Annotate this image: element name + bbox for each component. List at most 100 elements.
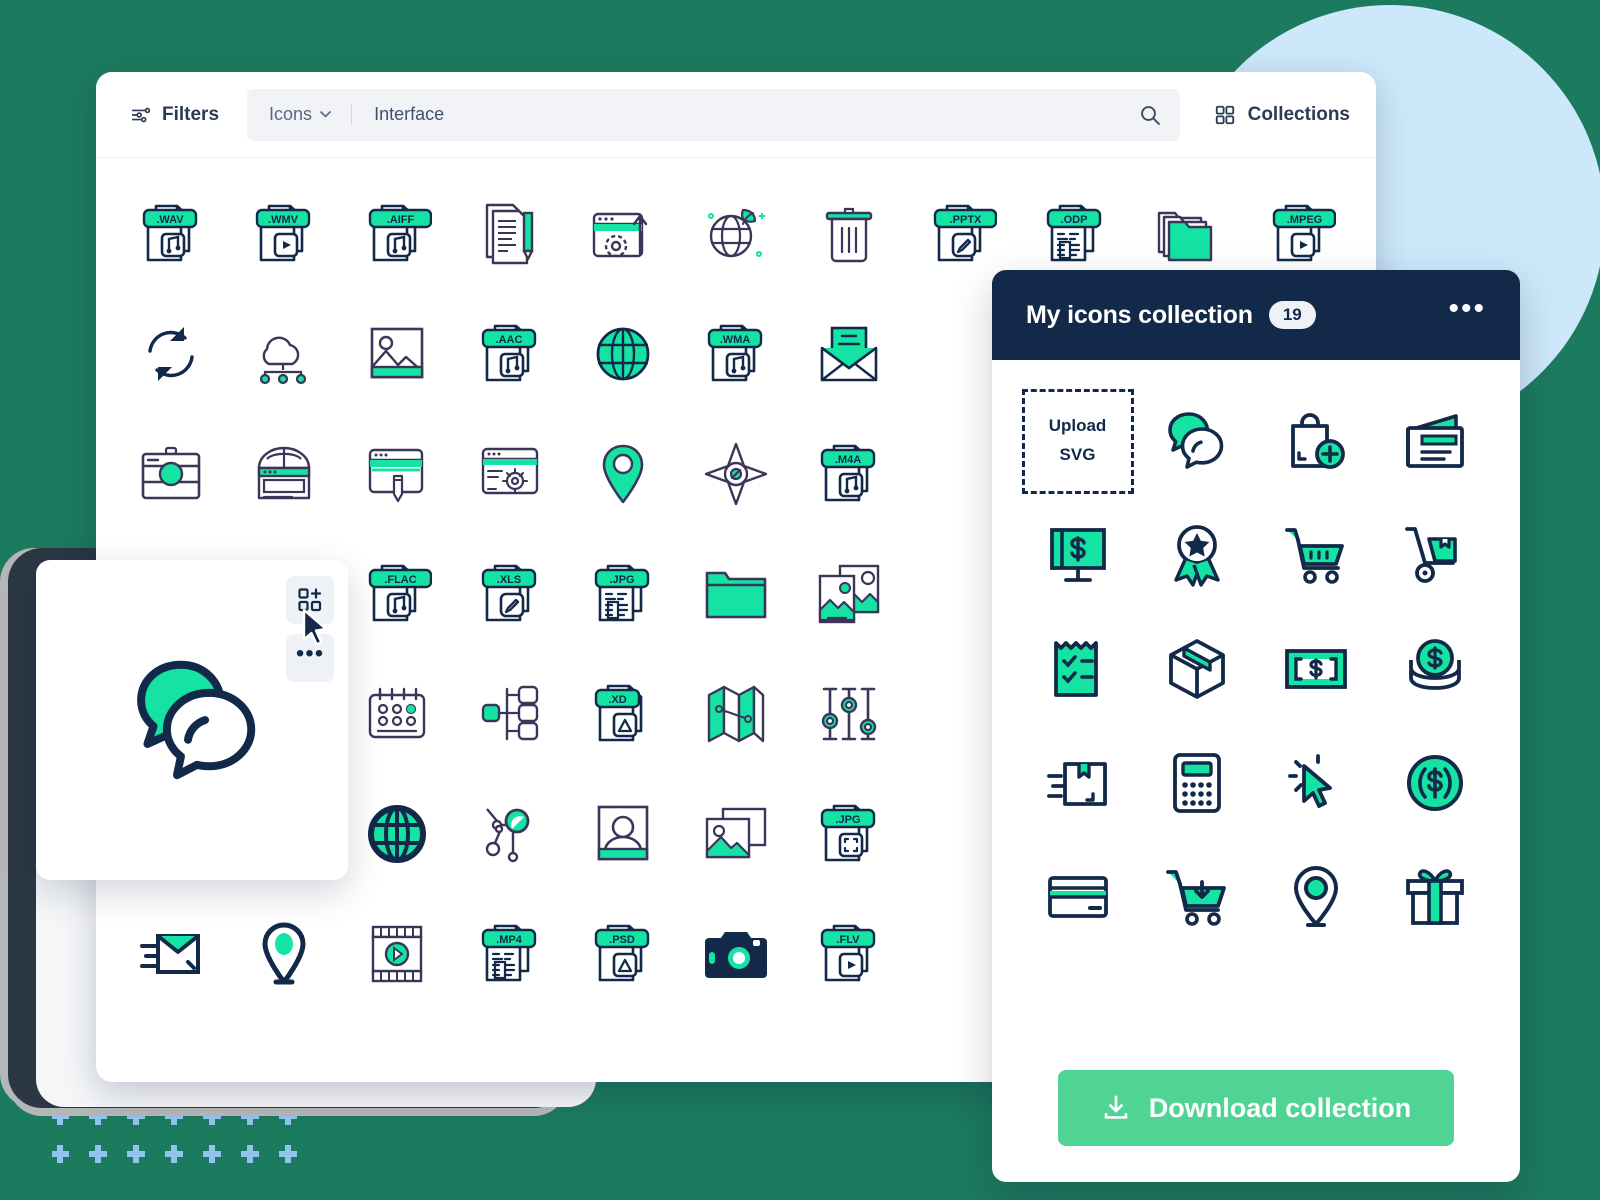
document-pen-icon[interactable] — [453, 174, 566, 294]
browser-edit-icon[interactable] — [340, 414, 453, 534]
svg-text:.XLS: .XLS — [497, 574, 521, 586]
cloud-network-icon[interactable] — [227, 294, 340, 414]
gift-icon[interactable] — [1375, 840, 1494, 954]
svg-text:.JPG: .JPG — [609, 574, 634, 586]
camera-solid-icon[interactable] — [679, 894, 792, 1014]
collection-icons-grid: Upload SVG — [992, 360, 1520, 954]
click-cursor-icon[interactable] — [1256, 726, 1375, 840]
monitor-money-icon[interactable] — [1018, 498, 1137, 612]
search-input[interactable]: Interface — [352, 104, 1138, 125]
banknote-icon[interactable] — [1256, 612, 1375, 726]
sliders-icon — [131, 107, 151, 122]
globe-eco-icon[interactable] — [679, 174, 792, 294]
upload-line-2: SVG — [1059, 445, 1096, 464]
svg-text:.XD: .XD — [608, 694, 626, 706]
svg-text:.WMA: .WMA — [720, 334, 751, 346]
file-m4a-icon[interactable]: .M4A — [793, 414, 906, 534]
dollar-coin-icon[interactable] — [1375, 726, 1494, 840]
download-collection-label: Download collection — [1148, 1092, 1412, 1123]
chat-bubbles-icon[interactable] — [1137, 384, 1256, 498]
collections-button[interactable]: Collections — [1180, 104, 1350, 126]
svg-text:.AIFF: .AIFF — [386, 214, 414, 226]
camera-icon[interactable] — [114, 414, 227, 534]
mail-open-icon[interactable] — [793, 294, 906, 414]
search-bar[interactable]: Icons Interface — [247, 88, 1180, 141]
file-jpg-icon[interactable]: .JPG — [566, 534, 679, 654]
profile-card-icon[interactable] — [566, 774, 679, 894]
search-icon[interactable] — [1138, 103, 1162, 127]
svg-text:.PPTX: .PPTX — [950, 214, 982, 226]
file-wav-icon[interactable]: .WAV — [114, 174, 227, 294]
file-wma-icon[interactable]: .WMA — [679, 294, 792, 414]
mouse-cursor-icon — [302, 608, 328, 646]
download-collection-button[interactable]: Download collection — [1058, 1070, 1454, 1146]
sitemap-icon[interactable] — [453, 654, 566, 774]
newspaper-icon[interactable] — [1375, 384, 1494, 498]
upload-svg-cell[interactable]: Upload SVG — [1018, 384, 1137, 498]
calculator-icon[interactable] — [1137, 726, 1256, 840]
trash-icon[interactable] — [793, 174, 906, 294]
collection-more-button[interactable]: ••• — [1448, 294, 1486, 326]
svg-text:.WAV: .WAV — [156, 214, 184, 226]
folder-open-icon[interactable] — [679, 534, 792, 654]
globe-solid-icon[interactable] — [340, 774, 453, 894]
upload-line-1: Upload — [1048, 416, 1107, 436]
file-mp4-icon[interactable]: .MP4 — [453, 894, 566, 1014]
file-flv-icon[interactable]: .FLV — [793, 894, 906, 1014]
browser-dome-icon[interactable] — [227, 414, 340, 534]
chat-bubbles-icon — [137, 660, 256, 780]
filters-label: Filters — [162, 103, 220, 125]
collection-panel: My icons collection 19 ••• Upload SVG Do… — [992, 270, 1520, 1182]
pin-solid-icon[interactable] — [227, 894, 340, 1014]
chevron-down-icon — [320, 111, 331, 118]
filters-button[interactable]: Filters — [130, 104, 247, 126]
browser-growth-icon[interactable] — [566, 174, 679, 294]
image-icon[interactable] — [340, 294, 453, 414]
file-aiff-icon[interactable]: .AIFF — [340, 174, 453, 294]
collection-count-badge: 19 — [1268, 301, 1316, 329]
credit-card-icon[interactable] — [1018, 840, 1137, 954]
shopping-bag-add-icon[interactable] — [1256, 384, 1375, 498]
file-psd-icon[interactable]: .PSD — [566, 894, 679, 1014]
sync-icon[interactable] — [114, 294, 227, 414]
fast-delivery-icon[interactable] — [1018, 726, 1137, 840]
file-wmv-icon[interactable]: .WMV — [227, 174, 340, 294]
page-root: Filters Icons Interface Collections .WAV… — [0, 0, 1600, 1200]
globe-icon[interactable] — [566, 294, 679, 414]
file-jpg-resize-icon[interactable]: .JPG — [793, 774, 906, 894]
sliders-settings-icon[interactable] — [793, 654, 906, 774]
add-to-cart-icon[interactable] — [1137, 840, 1256, 954]
browser-settings-icon[interactable] — [453, 414, 566, 534]
hand-truck-icon[interactable] — [1375, 498, 1494, 612]
more-options-icon: ••• — [295, 640, 325, 667]
package-box-icon[interactable] — [1137, 612, 1256, 726]
file-aac-icon[interactable]: .AAC — [453, 294, 566, 414]
award-badge-icon[interactable] — [1137, 498, 1256, 612]
network-search-icon[interactable] — [453, 774, 566, 894]
svg-text:.FLV: .FLV — [837, 934, 861, 946]
map-icon[interactable] — [679, 654, 792, 774]
download-icon — [1104, 1095, 1128, 1119]
svg-text:.MPEG: .MPEG — [1287, 214, 1322, 226]
receipt-checklist-icon[interactable] — [1018, 612, 1137, 726]
film-icon[interactable] — [340, 894, 453, 1014]
collection-header: My icons collection 19 ••• — [992, 270, 1520, 360]
upload-svg-dropzone[interactable]: Upload SVG — [1021, 388, 1134, 494]
svg-text:.JPG: .JPG — [836, 814, 861, 826]
file-xd-icon[interactable]: .XD — [566, 654, 679, 774]
svg-text:.M4A: .M4A — [835, 454, 861, 466]
location-pin-icon[interactable] — [566, 414, 679, 534]
coins-stack-icon[interactable] — [1375, 612, 1494, 726]
svg-text:.MP4: .MP4 — [496, 934, 523, 946]
calendar-icon[interactable] — [340, 654, 453, 774]
icon-type-select[interactable]: Icons — [269, 104, 353, 125]
photos-icon[interactable] — [679, 774, 792, 894]
file-flac-icon[interactable]: .FLAC — [340, 534, 453, 654]
send-mail-icon[interactable] — [114, 894, 227, 1014]
svg-text:.ODP: .ODP — [1061, 214, 1088, 226]
shopping-cart-icon[interactable] — [1256, 498, 1375, 612]
compass-icon[interactable] — [679, 414, 792, 534]
map-pin-icon[interactable] — [1256, 840, 1375, 954]
gallery-icon[interactable] — [793, 534, 906, 654]
file-xls-icon[interactable]: .XLS — [453, 534, 566, 654]
